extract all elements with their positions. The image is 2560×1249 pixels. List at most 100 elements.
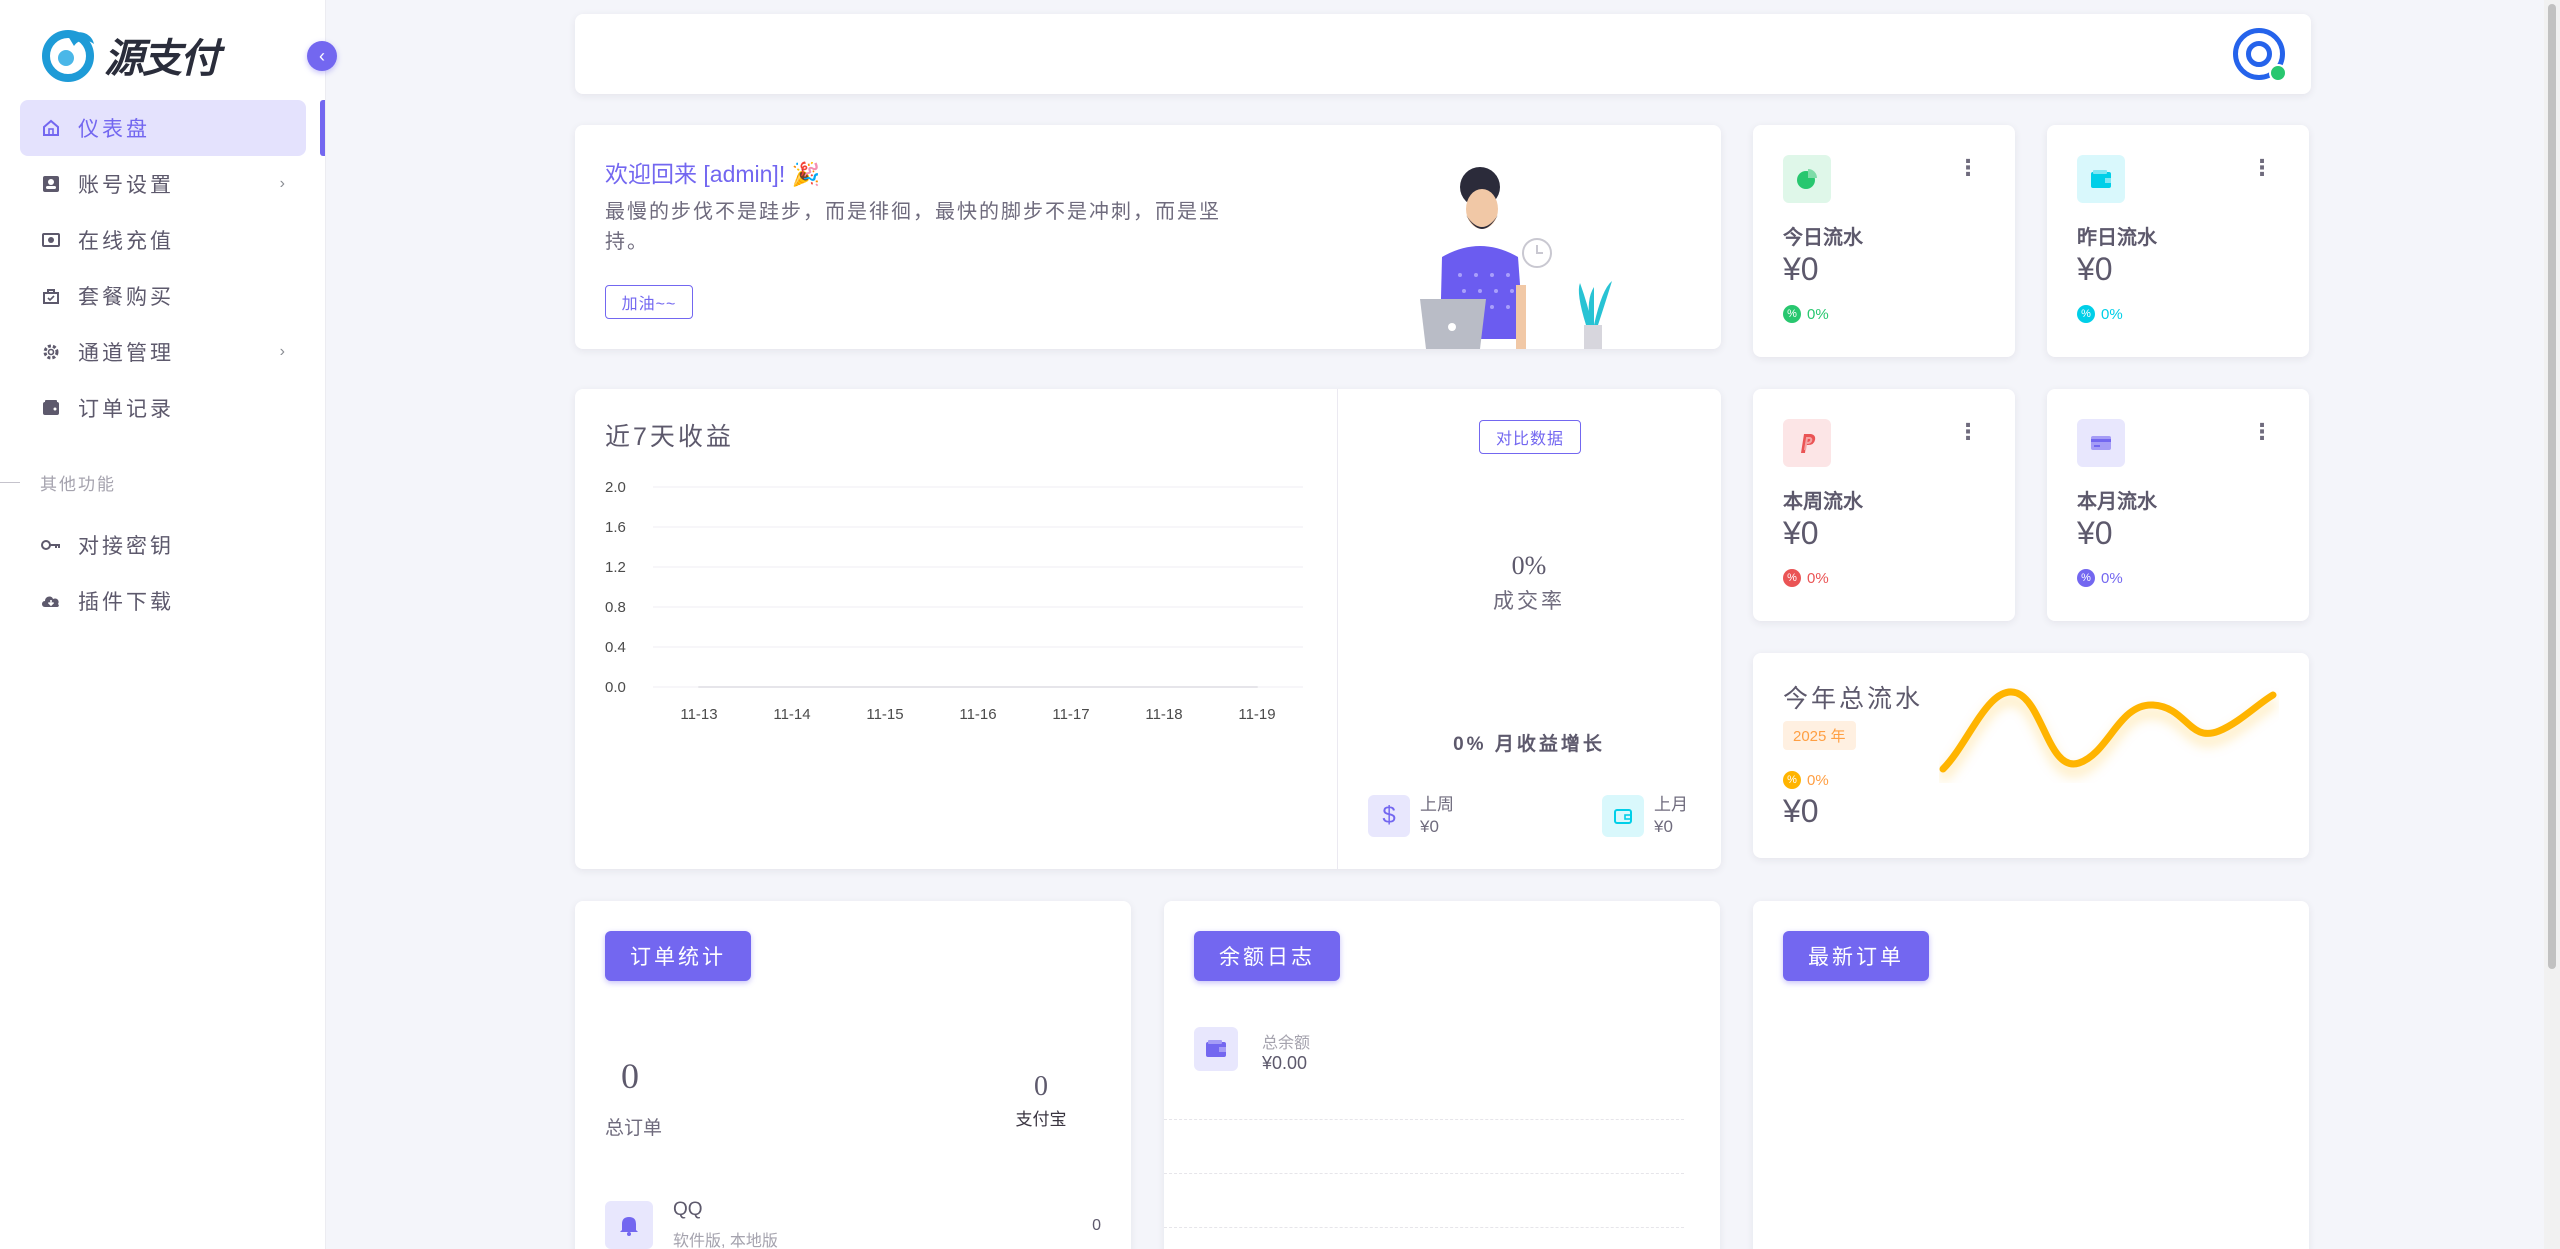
sidebar-item-order-records[interactable]: 订单记录 bbox=[20, 380, 306, 436]
y-tick-label: 0.0 bbox=[605, 679, 626, 696]
y-tick-label: 1.6 bbox=[605, 519, 626, 536]
brand-logo-icon bbox=[42, 30, 94, 82]
sidebar-item-label: 订单记录 bbox=[78, 398, 174, 421]
monthly-growth: 0% 月收益增长 bbox=[1337, 729, 1721, 756]
balance-log-button[interactable]: 余额日志 bbox=[1194, 931, 1340, 981]
sidebar-item-label: 账号设置 bbox=[78, 174, 174, 197]
active-indicator bbox=[320, 100, 325, 156]
y-tick-label: 0.4 bbox=[605, 639, 626, 656]
year-percentage-value: 0% bbox=[1807, 771, 1829, 789]
stat-card-week: ⋮ 本周流水 ¥0 % 0% bbox=[1753, 389, 2015, 621]
stat-label: 本月流水 bbox=[2077, 491, 2157, 513]
total-orders-label: 总订单 bbox=[605, 1118, 663, 1139]
total-balance-value: ¥0.00 bbox=[1262, 1053, 1308, 1073]
home-icon bbox=[40, 117, 62, 139]
last-week-value: ¥0 bbox=[1420, 817, 1439, 836]
user-avatar[interactable] bbox=[2233, 28, 2287, 82]
stat-card-yesterday: ⋮ 昨日流水 ¥0 % 0% bbox=[2047, 125, 2309, 357]
percent-badge-icon: % bbox=[1783, 771, 1801, 789]
row-divider bbox=[1164, 1173, 1684, 1174]
brand-logo[interactable]: 源支付 bbox=[40, 26, 230, 84]
stat-percentage: % 0% bbox=[1783, 569, 1829, 587]
stat-card-month: ⋮ 本月流水 ¥0 % 0% bbox=[2047, 389, 2309, 621]
x-tick-label: 11-18 bbox=[1145, 706, 1182, 723]
sidebar-section-text: 其他功能 bbox=[40, 475, 116, 494]
x-tick-label: 11-14 bbox=[773, 706, 810, 723]
y-tick-label: 2.0 bbox=[605, 479, 626, 496]
balance-log-button-label: 余额日志 bbox=[1219, 946, 1315, 969]
x-tick-label: 11-13 bbox=[680, 706, 717, 723]
stat-percentage-value: 0% bbox=[1807, 569, 1829, 587]
wallet-icon bbox=[1194, 1027, 1238, 1071]
last-week-box: $ 上周 ¥0 bbox=[1368, 794, 1454, 838]
data-point[interactable] bbox=[1163, 686, 1165, 688]
page-scrollbar[interactable] bbox=[2544, 0, 2560, 1249]
x-tick-label: 11-19 bbox=[1238, 706, 1275, 723]
stat-label: 今日流水 bbox=[1783, 227, 1863, 249]
sidebar-item-label: 仪表盘 bbox=[78, 118, 150, 141]
order-stats-card: 订单统计 0 总订单 0 支付宝 QQ 软件版, 本地版 0 bbox=[575, 901, 1131, 1249]
welcome-title: 欢迎回来 [admin]! 🎉 bbox=[605, 161, 821, 187]
user-card-icon bbox=[40, 173, 62, 195]
compare-data-button[interactable]: 对比数据 bbox=[1479, 420, 1581, 454]
cheer-button[interactable]: 加油~~ bbox=[605, 285, 693, 319]
paypal-icon bbox=[1783, 419, 1831, 467]
cheer-button-label: 加油~~ bbox=[621, 296, 677, 313]
conversion-rate-value: 0% bbox=[1511, 551, 1547, 580]
stat-value: ¥0 bbox=[1783, 515, 1819, 551]
balance-log-card: 余额日志 总余额 ¥0.00 bbox=[1164, 901, 1720, 1249]
order-channel-row[interactable]: QQ 软件版, 本地版 0 bbox=[605, 1197, 1101, 1249]
stat-percentage-value: 0% bbox=[2101, 569, 2123, 587]
developer-illustration bbox=[1420, 167, 1612, 349]
sidebar-item-package-purchase[interactable]: 套餐购买 bbox=[20, 268, 306, 324]
stat-value: ¥0 bbox=[2077, 515, 2113, 551]
data-point[interactable] bbox=[977, 686, 979, 688]
more-vertical-icon[interactable]: ⋮ bbox=[1957, 157, 1979, 179]
sidebar-item-api-key[interactable]: 对接密钥 bbox=[20, 517, 306, 573]
collapse-sidebar-button[interactable]: ‹ bbox=[307, 41, 337, 71]
dollar-icon: $ bbox=[1368, 795, 1410, 837]
data-point[interactable] bbox=[698, 686, 700, 688]
wallet-icon bbox=[40, 397, 62, 419]
total-orders-value: 0 bbox=[621, 1056, 639, 1096]
x-tick-label: 11-17 bbox=[1052, 706, 1089, 723]
stat-value: ¥0 bbox=[2077, 251, 2113, 287]
year-total-card: 今年总流水 2025 年 % 0% ¥0 bbox=[1753, 653, 2309, 858]
sidebar-item-account-settings[interactable]: 账号设置 › bbox=[20, 156, 306, 212]
bell-icon bbox=[605, 1201, 653, 1249]
sidebar-item-label: 通道管理 bbox=[78, 342, 174, 365]
stat-percentage: % 0% bbox=[1783, 305, 1829, 323]
sidebar-section-label: 其他功能 bbox=[0, 470, 116, 495]
latest-orders-button[interactable]: 最新订单 bbox=[1783, 931, 1929, 981]
scrollbar-thumb[interactable] bbox=[2548, 4, 2556, 969]
year-sparkline bbox=[1939, 688, 2277, 773]
earnings-card: 近7天收益 2.0 1.6 1.2 0.8 0.4 0.0 11-13 11-14 11-15 1… bbox=[575, 389, 1721, 869]
channel-subtitle: 软件版, 本地版 bbox=[673, 1233, 778, 1249]
data-point[interactable] bbox=[791, 686, 793, 688]
sidebar-item-channel-management[interactable]: 通道管理 › bbox=[20, 324, 306, 380]
stat-label: 昨日流水 bbox=[2077, 227, 2157, 249]
sidebar-item-plugin-download[interactable]: 插件下载 bbox=[20, 573, 306, 629]
data-point[interactable] bbox=[1256, 686, 1258, 688]
x-tick-label: 11-15 bbox=[866, 706, 903, 723]
order-stats-button[interactable]: 订单统计 bbox=[605, 931, 751, 981]
data-point[interactable] bbox=[884, 686, 886, 688]
stat-percentage: % 0% bbox=[2077, 569, 2123, 587]
more-vertical-icon[interactable]: ⋮ bbox=[2251, 157, 2273, 179]
last-month-value: ¥0 bbox=[1654, 817, 1673, 836]
latest-orders-card: 最新订单 bbox=[1753, 901, 2309, 1249]
more-vertical-icon[interactable]: ⋮ bbox=[1957, 421, 1979, 443]
sidebar-nav-other: 对接密钥 插件下载 bbox=[20, 517, 306, 629]
data-point[interactable] bbox=[1070, 686, 1072, 688]
more-vertical-icon[interactable]: ⋮ bbox=[2251, 421, 2273, 443]
percent-badge-icon: % bbox=[1783, 305, 1801, 323]
year-total-value: ¥0 bbox=[1783, 793, 1819, 829]
cash-icon bbox=[40, 229, 62, 251]
sidebar-item-dashboard[interactable]: 仪表盘 bbox=[20, 100, 306, 156]
sidebar-item-online-recharge[interactable]: 在线充值 bbox=[20, 212, 306, 268]
x-tick-label: 11-16 bbox=[959, 706, 996, 723]
shopping-bag-icon bbox=[40, 285, 62, 307]
chevron-left-icon: ‹ bbox=[319, 45, 325, 66]
sidebar-item-label: 套餐购买 bbox=[78, 286, 174, 309]
credit-card-icon bbox=[2077, 419, 2125, 467]
